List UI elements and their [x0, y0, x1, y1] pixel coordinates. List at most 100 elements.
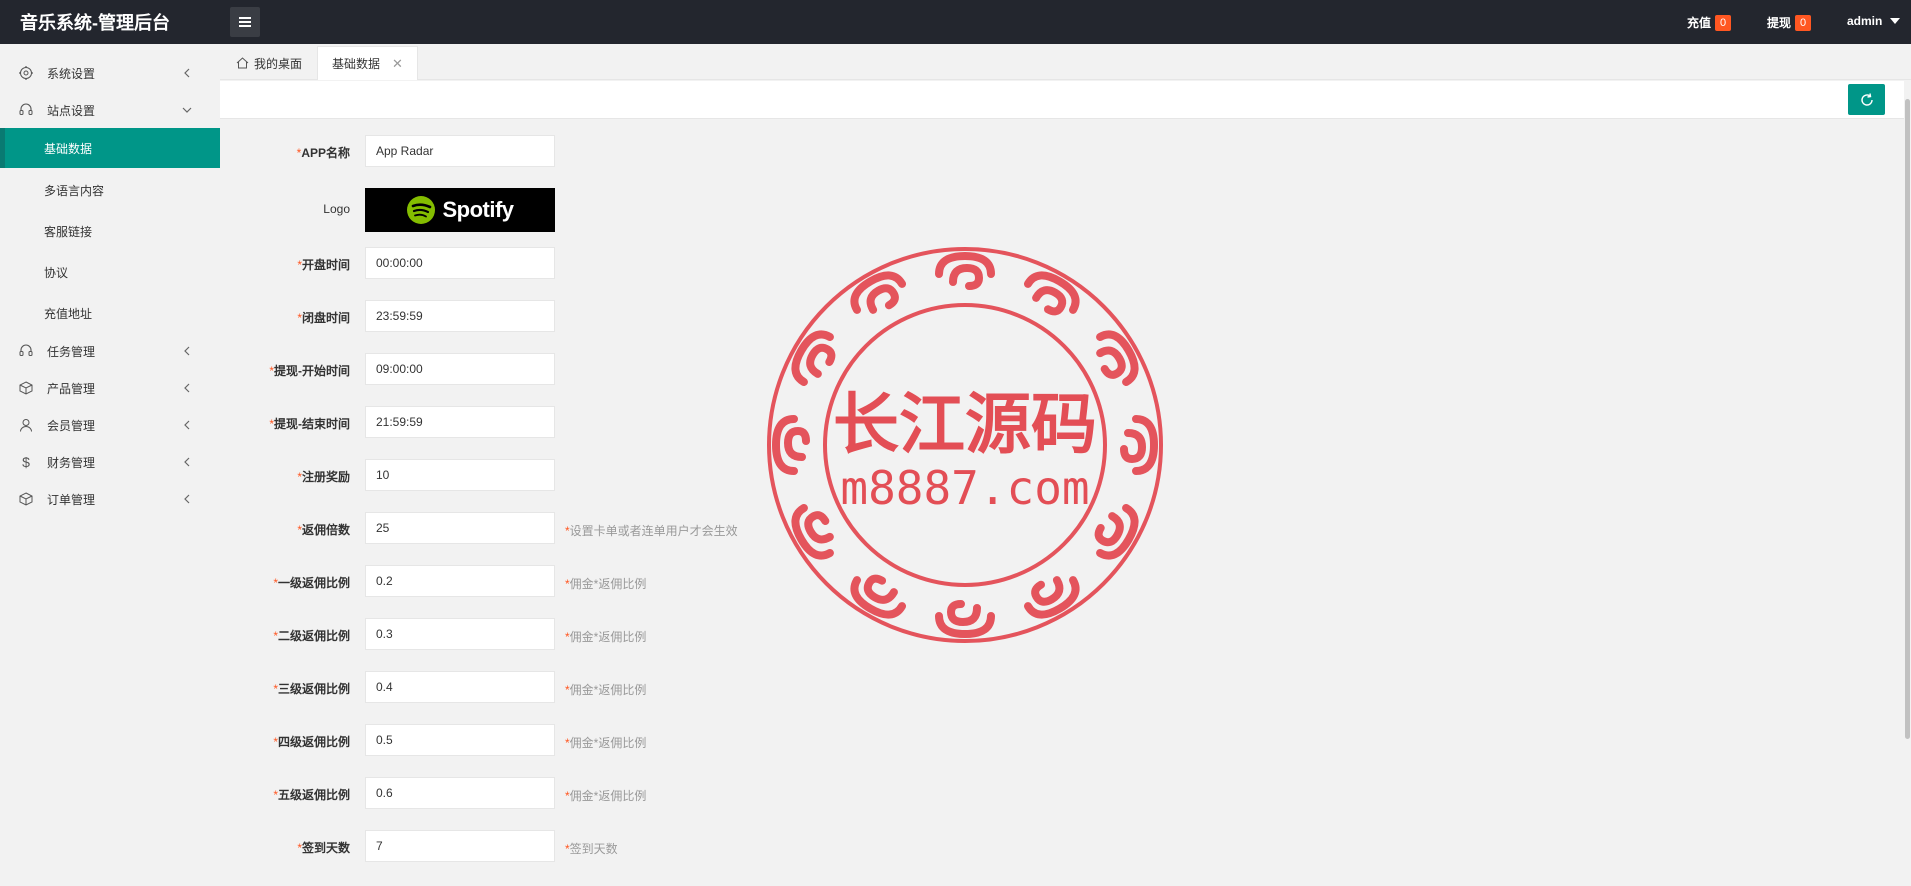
withdraw-start-input[interactable] [365, 353, 555, 385]
refresh-button[interactable] [1848, 84, 1885, 115]
chevron-down-icon [181, 104, 193, 116]
field-label: *三级返佣比例 [273, 682, 350, 696]
field-label: *闭盘时间 [297, 311, 350, 325]
form-row-register-reward: *注册奖励 [220, 459, 1120, 491]
sidebar-subitem-multilang[interactable]: 多语言内容 [0, 170, 220, 210]
field-hint: *签到天数 [565, 842, 618, 856]
spotify-logo-icon [407, 196, 436, 224]
level5-rate-input[interactable] [365, 777, 555, 809]
home-icon [236, 57, 249, 69]
field-label: *提现-结束时间 [269, 417, 350, 431]
tab-basic-data[interactable]: 基础数据 ✕ [317, 46, 418, 80]
logo-image[interactable]: Spotify [365, 188, 555, 232]
box-icon [19, 492, 33, 506]
field-label: *注册奖励 [297, 470, 350, 484]
tab-label: 我的桌面 [254, 56, 303, 71]
close-icon[interactable]: ✕ [392, 56, 403, 72]
sidebar-subitem-service-link[interactable]: 客服链接 [0, 211, 220, 251]
checkin-days-input[interactable] [365, 830, 555, 862]
chevron-left-icon [181, 67, 193, 79]
level4-rate-input[interactable] [365, 724, 555, 756]
app-title: 音乐系统-管理后台 [20, 13, 170, 33]
field-label: *五级返佣比例 [273, 788, 350, 802]
sidebar-subitem-label: 多语言内容 [44, 183, 105, 198]
sidebar-item-finance-management[interactable]: $ 财务管理 [0, 444, 220, 480]
tab-bar: 我的桌面 基础数据 ✕ [220, 44, 1911, 80]
sidebar-subitem-label: 充值地址 [44, 306, 93, 321]
sidebar-item-system-settings[interactable]: 系统设置 [0, 55, 220, 91]
user-menu[interactable]: admin [1847, 14, 1901, 28]
field-label: *APP名称 [296, 146, 350, 160]
tab-label: 基础数据 [332, 57, 381, 71]
gear-icon [19, 66, 33, 80]
open-time-input[interactable] [365, 247, 555, 279]
sidebar-subitem-recharge-address[interactable]: 充值地址 [0, 293, 220, 333]
sidebar-item-label: 任务管理 [47, 344, 96, 359]
tab-home[interactable]: 我的桌面 [222, 46, 316, 80]
content-toolbar [220, 81, 1911, 119]
form-row-withdraw-start: *提现-开始时间 [220, 353, 1120, 385]
form-row-level5-rate: *五级返佣比例 *佣金*返佣比例 [220, 777, 1120, 809]
hamburger-icon [239, 18, 251, 26]
withdraw-label: 提现 [1767, 16, 1792, 30]
sidebar-item-label: 订单管理 [47, 492, 96, 507]
field-label: *一级返佣比例 [273, 576, 350, 590]
form-row-logo: Logo Spotify [220, 188, 1120, 232]
form-row-app-name: *APP名称 [220, 135, 1120, 167]
user-icon [19, 418, 33, 432]
sidebar-subitem-basic-data[interactable]: 基础数据 [0, 128, 220, 168]
level3-rate-input[interactable] [365, 671, 555, 703]
level1-rate-input[interactable] [365, 565, 555, 597]
chevron-left-icon [181, 456, 193, 468]
sidebar-item-product-management[interactable]: 产品管理 [0, 370, 220, 406]
recharge-link[interactable]: 充值 0 [1687, 14, 1732, 31]
sidebar-item-order-management[interactable]: 订单管理 [0, 481, 220, 517]
form-row-rebate-multiple: *返佣倍数 *设置卡单或者连单用户才会生效 [220, 512, 1120, 544]
chevron-down-icon [1890, 18, 1901, 24]
scroll-thumb[interactable] [1905, 99, 1910, 739]
sidebar-item-label: 站点设置 [47, 103, 96, 118]
vertical-scrollbar[interactable] [1904, 81, 1911, 886]
sidebar: 系统设置 站点设置 基础数据 多语言内容 客服链接 协议 充值地址 任务管理 产… [0, 44, 220, 886]
close-time-input[interactable] [365, 300, 555, 332]
chevron-left-icon [181, 419, 193, 431]
sidebar-item-site-settings[interactable]: 站点设置 [0, 92, 220, 128]
chevron-left-icon [181, 345, 193, 357]
field-hint: *佣金*返佣比例 [565, 683, 647, 697]
sidebar-subitem-agreement[interactable]: 协议 [0, 252, 220, 292]
form-row-withdraw-end: *提现-结束时间 [220, 406, 1120, 438]
form-row-checkin-days: *签到天数 *签到天数 [220, 830, 1120, 862]
form-row-level4-rate: *四级返佣比例 *佣金*返佣比例 [220, 724, 1120, 756]
withdraw-link[interactable]: 提现 0 [1767, 14, 1812, 31]
field-hint: *佣金*返佣比例 [565, 736, 647, 750]
field-label: *返佣倍数 [297, 523, 350, 537]
form-row-level2-rate: *二级返佣比例 *佣金*返佣比例 [220, 618, 1120, 650]
rebate-multiple-input[interactable] [365, 512, 555, 544]
field-hint: *佣金*返佣比例 [565, 630, 647, 644]
sidebar-item-label: 会员管理 [47, 418, 96, 433]
chevron-left-icon [181, 493, 193, 505]
headset-icon [19, 103, 33, 117]
top-header: 音乐系统-管理后台 充值 0 提现 0 admin [0, 0, 1911, 44]
chevron-left-icon [181, 382, 193, 394]
form-row-open-time: *开盘时间 [220, 247, 1120, 279]
register-reward-input[interactable] [365, 459, 555, 491]
menu-toggle-button[interactable] [230, 7, 260, 37]
recharge-badge: 0 [1715, 14, 1732, 31]
field-label: *二级返佣比例 [273, 629, 350, 643]
sidebar-subitem-label: 客服链接 [44, 224, 93, 239]
level2-rate-input[interactable] [365, 618, 555, 650]
withdraw-end-input[interactable] [365, 406, 555, 438]
sidebar-item-task-management[interactable]: 任务管理 [0, 333, 220, 369]
field-hint: *设置卡单或者连单用户才会生效 [565, 524, 738, 538]
app-name-input[interactable] [365, 135, 555, 167]
field-hint: *佣金*返佣比例 [565, 789, 647, 803]
box-icon [19, 381, 33, 395]
field-hint: *佣金*返佣比例 [565, 577, 647, 591]
sidebar-item-label: 财务管理 [47, 455, 96, 470]
sidebar-item-label: 系统设置 [47, 66, 96, 81]
sidebar-item-label: 产品管理 [47, 381, 96, 396]
recharge-label: 充值 [1687, 16, 1712, 30]
sidebar-item-member-management[interactable]: 会员管理 [0, 407, 220, 443]
dollar-icon: $ [22, 454, 30, 470]
